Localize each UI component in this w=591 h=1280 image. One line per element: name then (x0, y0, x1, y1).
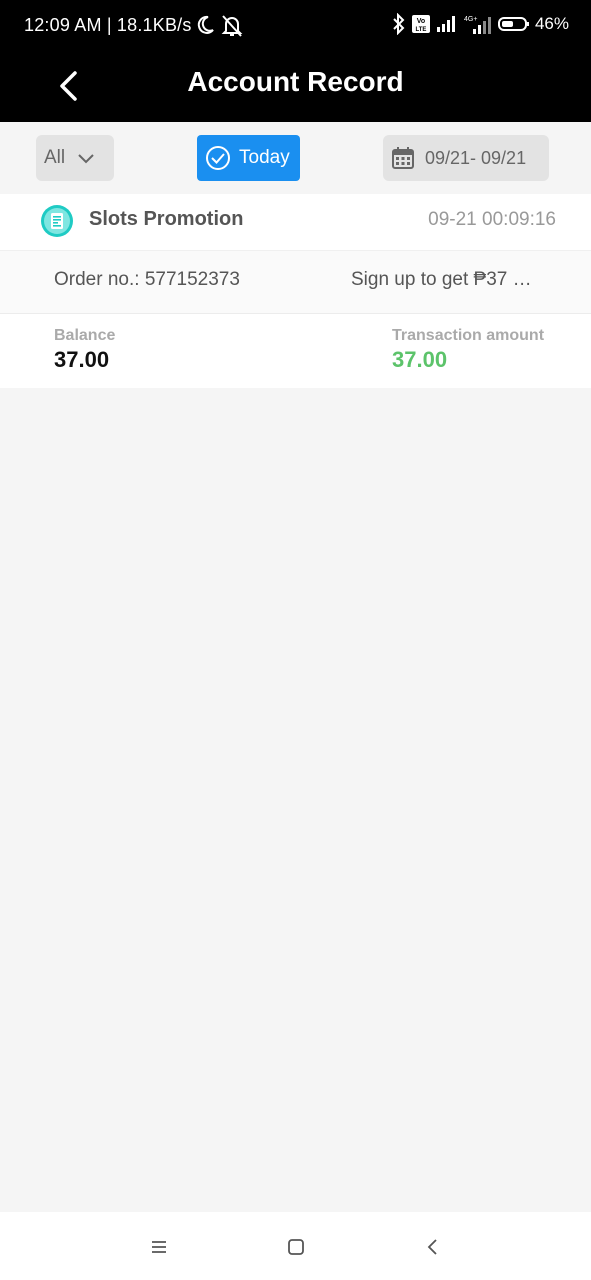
record-order-row: Order no.: 577152373 Sign up to get ₱37 … (0, 251, 591, 314)
check-circle-icon (206, 146, 230, 170)
svg-text:LTE: LTE (416, 27, 427, 33)
type-filter-value: All (44, 147, 66, 168)
record-amount-row: Balance 37.00 Transaction amount 37.00 (0, 314, 591, 388)
bluetooth-icon (393, 13, 405, 35)
record-title: Slots Promotion (89, 208, 244, 230)
today-filter-label: Today (239, 147, 290, 168)
system-nav-bar (0, 1212, 591, 1280)
transaction-amount-label: Transaction amount (392, 327, 545, 344)
status-right-icons: Vo LTE 4G+ 46% (392, 13, 569, 35)
app-bar: Account Record (0, 52, 591, 122)
bell-off-icon (221, 15, 243, 37)
volte-icon: Vo LTE (411, 15, 430, 33)
order-number: Order no.: 577152373 (54, 269, 240, 290)
moon-icon (197, 15, 214, 34)
record-card[interactable]: Slots Promotion 09-21 00:09:16 Order no.… (0, 194, 591, 388)
date-range-value: 09/21- 09/21 (425, 147, 527, 168)
signal-4g-icon: 4G+ (464, 16, 491, 34)
record-header: Slots Promotion 09-21 00:09:16 (0, 194, 591, 251)
calendar-icon (392, 147, 414, 169)
chevron-down-icon (78, 154, 94, 164)
status-time: 12:09 AM | 18.1KB/s (24, 15, 192, 35)
today-filter-button[interactable]: Today (197, 135, 300, 181)
signal-icon (436, 16, 455, 32)
record-time: 09-21 00:09:16 (428, 209, 556, 230)
home-button[interactable] (281, 1234, 311, 1260)
order-description: Sign up to get ₱37 … (351, 269, 532, 290)
menu-icon (152, 1241, 166, 1253)
date-range-picker[interactable]: 09/21- 09/21 (383, 135, 549, 181)
type-filter-select[interactable]: All (36, 135, 114, 181)
page-title: Account Record (187, 66, 404, 97)
status-left-icons (195, 14, 243, 38)
balance-value: 37.00 (54, 347, 110, 372)
status-bar: 12:09 AM | 18.1KB/s Vo LTE 4G+ 46% (0, 0, 591, 52)
promotion-receipt-icon (41, 205, 73, 237)
svg-text:Vo: Vo (417, 18, 425, 25)
recent-apps-button[interactable] (144, 1234, 174, 1260)
balance-label: Balance (54, 327, 116, 344)
battery-percentage: 46% (534, 14, 569, 33)
battery-icon (497, 17, 529, 31)
system-back-button[interactable] (418, 1234, 448, 1260)
back-chevron-icon (427, 1239, 437, 1255)
filter-bar: All Today 09/21- 09/21 (0, 122, 591, 194)
transaction-amount-value: 37.00 (392, 347, 448, 372)
home-square-icon (288, 1239, 304, 1255)
svg-text:4G+: 4G+ (464, 16, 477, 23)
